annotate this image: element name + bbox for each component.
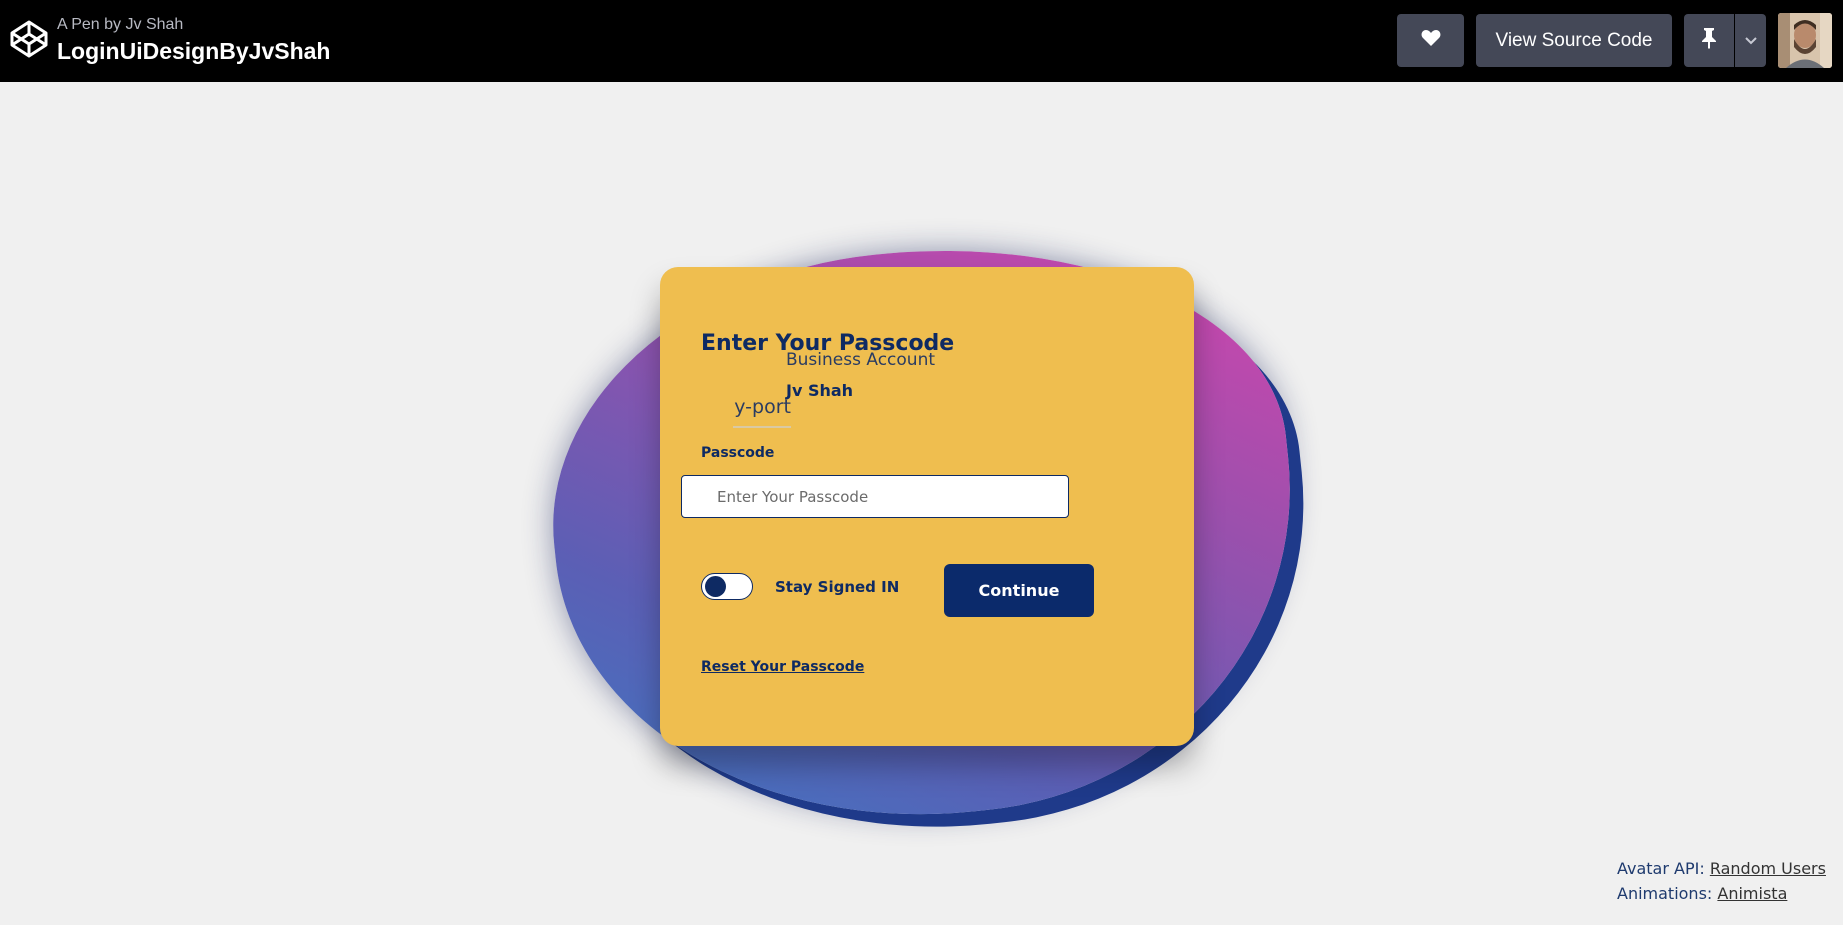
avatar-alt-text: ny-port [733,396,791,418]
avatar-api-prefix: Avatar API: [1617,859,1705,878]
stay-signed-in-toggle[interactable] [701,573,753,600]
continue-button[interactable]: Continue [944,564,1094,617]
animations-credit: Animations: Animista [1617,881,1826,906]
stay-signed-in-label: Stay Signed IN [775,578,900,596]
avatar-api-credit: Avatar API: Random Users [1617,856,1826,881]
broken-avatar-image: ny-port [733,396,791,428]
codepen-logo-icon[interactable] [9,19,49,59]
pin-icon [1701,27,1717,54]
animations-prefix: Animations: [1617,884,1713,903]
reset-passcode-link[interactable]: Reset Your Passcode [701,659,864,675]
toggle-knob [705,576,726,597]
user-name: Jv Shah [786,381,854,400]
heart-icon [1421,29,1441,52]
chevron-down-icon [1744,32,1758,50]
codepen-header: A Pen by Jv Shah LoginUiDesignByJvShah V… [0,0,1843,82]
passcode-label: Passcode [701,445,775,461]
account-type-label: Business Account [786,350,936,370]
pen-title: LoginUiDesignByJvShah [57,38,331,64]
animista-link[interactable]: Animista [1717,884,1787,903]
login-card: Enter Your Passcode Business Account Jv … [660,267,1194,746]
user-avatar[interactable] [1778,13,1832,68]
like-button[interactable] [1397,14,1464,67]
pen-author-line[interactable]: A Pen by Jv Shah [57,16,183,34]
pin-options-button[interactable] [1735,14,1766,67]
pin-button[interactable] [1684,14,1734,67]
passcode-input[interactable] [681,475,1069,518]
credits: Avatar API: Random Users Animations: Ani… [1617,856,1826,906]
random-users-link[interactable]: Random Users [1710,859,1826,878]
view-source-button[interactable]: View Source Code [1476,14,1672,67]
